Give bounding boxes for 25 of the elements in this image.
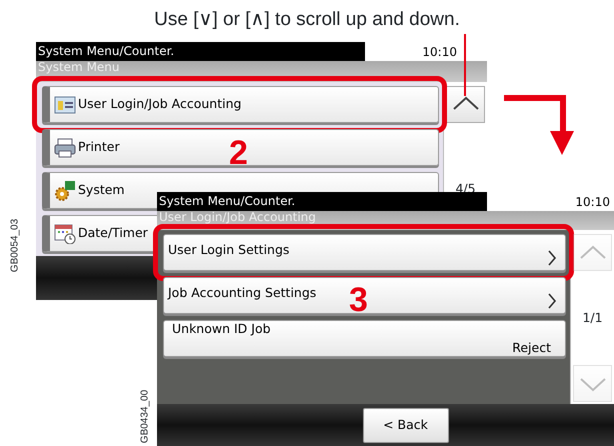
page-counter: 1/1 — [582, 309, 603, 328]
scroll-up-button[interactable] — [446, 86, 485, 123]
screen-title: System Menu/Counter. — [157, 192, 487, 211]
leader-line — [463, 34, 467, 96]
clock-time: 10:10 — [574, 194, 611, 210]
caption-text: Use [∨] or [∧] to scroll up and down. — [153, 8, 461, 32]
clock-time: 10:10 — [421, 44, 458, 60]
step-number: 3 — [349, 283, 368, 317]
settings-item-button[interactable]: Unknown ID Job Reject — [163, 320, 566, 358]
chevron-up-icon — [578, 244, 606, 261]
figure-code: GB0434_00 — [138, 388, 152, 446]
figure-code: GB0054_03 — [8, 218, 22, 274]
chevron-right-icon — [547, 292, 557, 310]
chevron-up-icon — [452, 96, 480, 112]
calendar-icon — [54, 222, 76, 244]
gear-icon — [54, 180, 76, 201]
chevron-down-icon — [578, 376, 606, 392]
id-card-icon — [54, 94, 76, 115]
settings-item-button[interactable]: User Login Settings — [163, 234, 566, 272]
chevron-right-icon — [547, 249, 557, 268]
screen-title: System Menu/Counter. — [36, 42, 365, 61]
bent-arrow — [504, 95, 574, 157]
printer-icon — [54, 136, 76, 158]
back-button[interactable]: < Back — [362, 408, 448, 443]
menu-item-button[interactable]: User Login/Job Accounting — [42, 86, 439, 123]
